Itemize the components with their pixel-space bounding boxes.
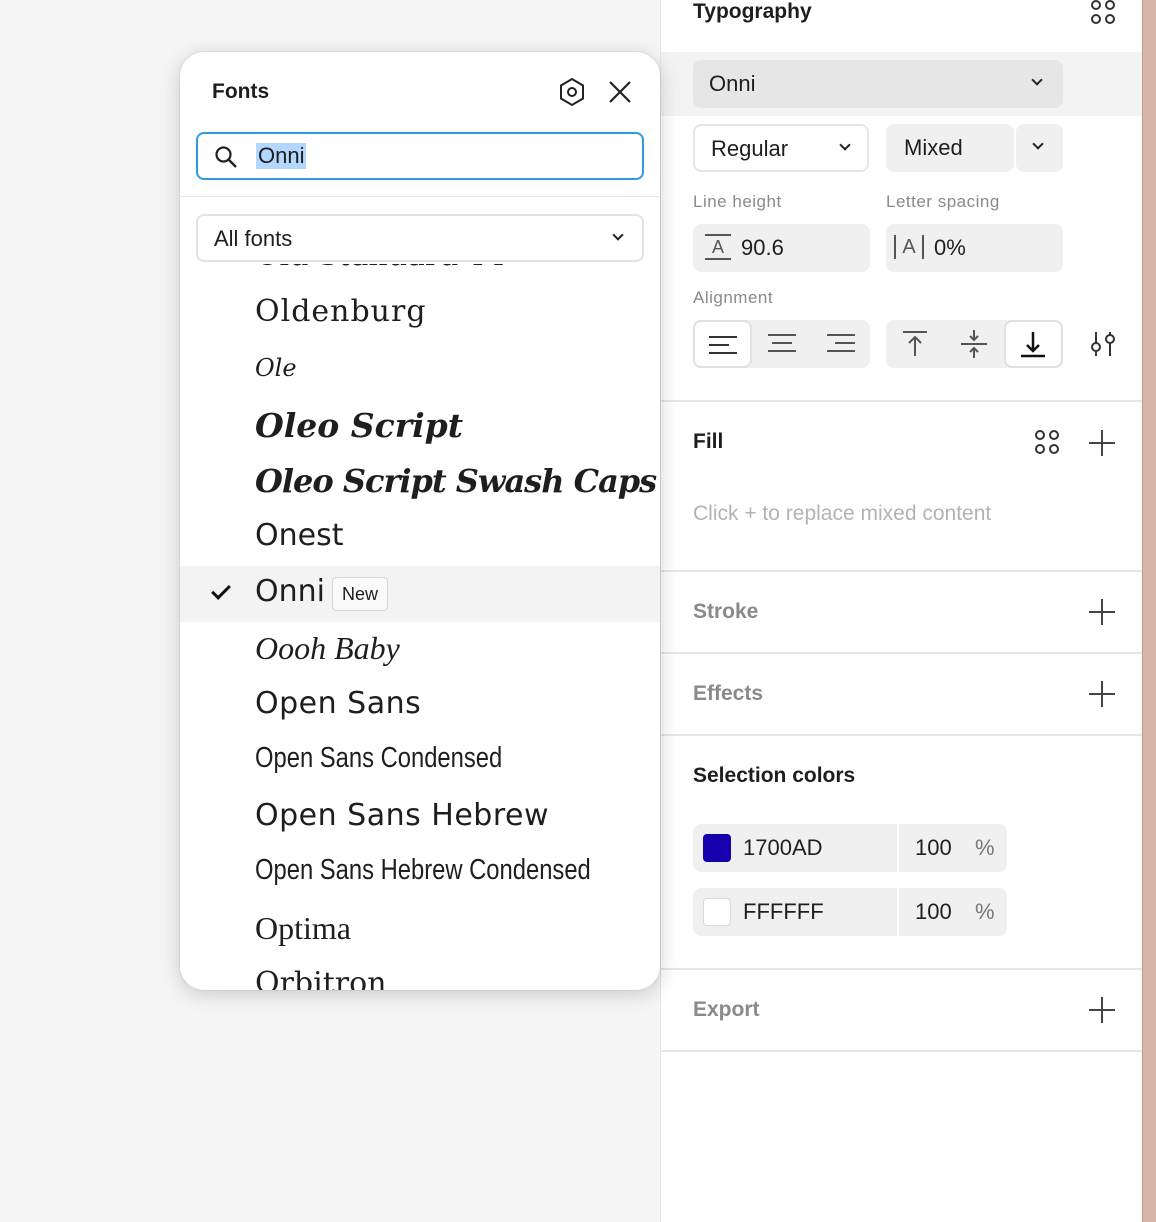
opacity-unit: % [975,899,995,924]
new-badge: New [332,577,389,611]
horizontal-align-group [693,320,870,368]
font-family-dropdown[interactable]: Onni [693,60,1063,108]
align-top-button[interactable] [886,320,945,368]
export-section: Export [661,970,1143,1052]
divider [180,196,660,197]
font-list-item[interactable]: Oleo Script Swash Caps [180,454,660,510]
add-stroke-icon[interactable] [1089,599,1115,625]
align-left-icon [709,336,737,354]
typography-section: Typography Onni Regular Mixed Line heigh… [661,0,1143,402]
fill-placeholder: Click + to replace mixed content [693,502,992,525]
align-bottom-button[interactable] [1004,320,1063,368]
effects-title: Effects [693,682,764,705]
line-height-label: Line height [693,192,782,211]
font-style-dropdown[interactable]: Regular [693,124,869,172]
line-height-icon: A [705,234,731,260]
color-swatch[interactable] [703,898,731,926]
color-opacity[interactable]: 100 [915,899,952,925]
search-value: Onni [256,143,307,169]
font-settings-icon[interactable] [558,77,586,107]
letter-spacing-input[interactable]: A 0% [886,224,1063,272]
letter-spacing-value: 0% [934,235,966,260]
effects-section: Effects [661,654,1143,736]
field-divider [897,824,899,872]
color-opacity[interactable]: 100 [915,835,952,861]
font-list-item[interactable]: Optima [180,902,660,958]
font-list-item[interactable]: Open Sans Hebrew Condensed [180,846,660,902]
align-bottom-icon [1021,332,1045,358]
chevron-down-icon [612,229,624,241]
font-filter-value: All fonts [214,226,293,251]
font-list-item-selected[interactable]: Onni New [180,566,660,622]
font-list-item[interactable]: Oldenburg [180,286,660,342]
alignment-label: Alignment [693,288,774,307]
vertical-align-group [886,320,1063,368]
align-center-button[interactable] [752,320,811,368]
line-height-input[interactable]: A 90.6 [693,224,870,272]
chevron-down-icon [1032,138,1044,150]
font-picker-popup: Fonts Onni All fonts Old Standard TT Old… [180,52,660,990]
font-list-item[interactable]: Open Sans Hebrew [180,790,660,846]
letter-spacing-label: Letter spacing [886,192,1000,211]
typography-title: Typography [693,0,812,23]
align-center-icon [768,334,796,352]
font-style-value: Regular [711,136,789,161]
selection-color-row[interactable]: FFFFFF 100 % [693,888,1007,936]
color-swatch[interactable] [703,834,731,862]
align-top-icon [903,331,927,356]
close-icon[interactable] [608,80,632,104]
font-size-dropdown[interactable] [1016,124,1063,172]
add-export-icon[interactable] [1089,997,1115,1023]
align-left-button[interactable] [693,320,752,368]
properties-panel: Typography Onni Regular Mixed Line heigh… [660,0,1143,1222]
font-size-value: Mixed [904,135,963,160]
line-height-value: 90.6 [741,235,784,260]
font-search-input[interactable]: Onni [196,132,644,180]
font-list-item[interactable]: Open Sans Condensed [180,734,660,790]
font-list-item[interactable]: Onest [180,510,660,566]
stroke-section: Stroke [661,572,1143,654]
window-edge [1142,0,1156,1222]
fill-title: Fill [693,430,724,453]
font-list-item[interactable]: Old Standard TT [180,264,660,286]
font-filter-dropdown[interactable]: All fonts [196,214,644,262]
text-styles-icon[interactable] [1091,0,1117,26]
font-size-input[interactable]: Mixed [886,124,1014,172]
font-list-item[interactable]: Oooh Baby [180,622,660,678]
search-icon [215,146,237,168]
chevron-down-icon [1031,74,1043,86]
font-list-item[interactable]: Open Sans [180,678,660,734]
align-right-button[interactable] [811,320,870,368]
font-list-item[interactable]: Oleo Script [180,398,660,454]
stroke-title: Stroke [693,600,759,623]
chevron-down-icon [839,139,851,151]
align-right-icon [827,334,855,352]
add-fill-icon[interactable] [1089,430,1115,456]
font-list[interactable]: Old Standard TT Oldenburg Ole Oleo Scrip… [180,264,660,990]
color-styles-icon[interactable] [1035,430,1061,456]
add-effect-icon[interactable] [1089,681,1115,707]
font-picker-title: Fonts [212,80,270,103]
font-list-item[interactable]: Ole [180,342,660,398]
export-title: Export [693,998,760,1021]
color-hex[interactable]: 1700AD [743,835,823,861]
font-family-value: Onni [709,71,756,96]
opacity-unit: % [975,835,995,860]
font-list-item[interactable]: Orbitron [180,958,660,990]
align-middle-icon [961,330,987,358]
field-divider [897,888,899,936]
selection-colors-section: Selection colors 1700AD 100 % FFFFFF 100… [661,736,1143,970]
letter-spacing-icon: A [894,235,924,259]
fill-section: Fill Click + to replace mixed content [661,402,1143,572]
selection-color-row[interactable]: 1700AD 100 % [693,824,1007,872]
type-settings-icon[interactable] [1089,330,1117,358]
selection-colors-title: Selection colors [693,764,856,787]
align-middle-button[interactable] [945,320,1004,368]
checkmark-icon [211,580,231,600]
color-hex[interactable]: FFFFFF [743,899,824,925]
